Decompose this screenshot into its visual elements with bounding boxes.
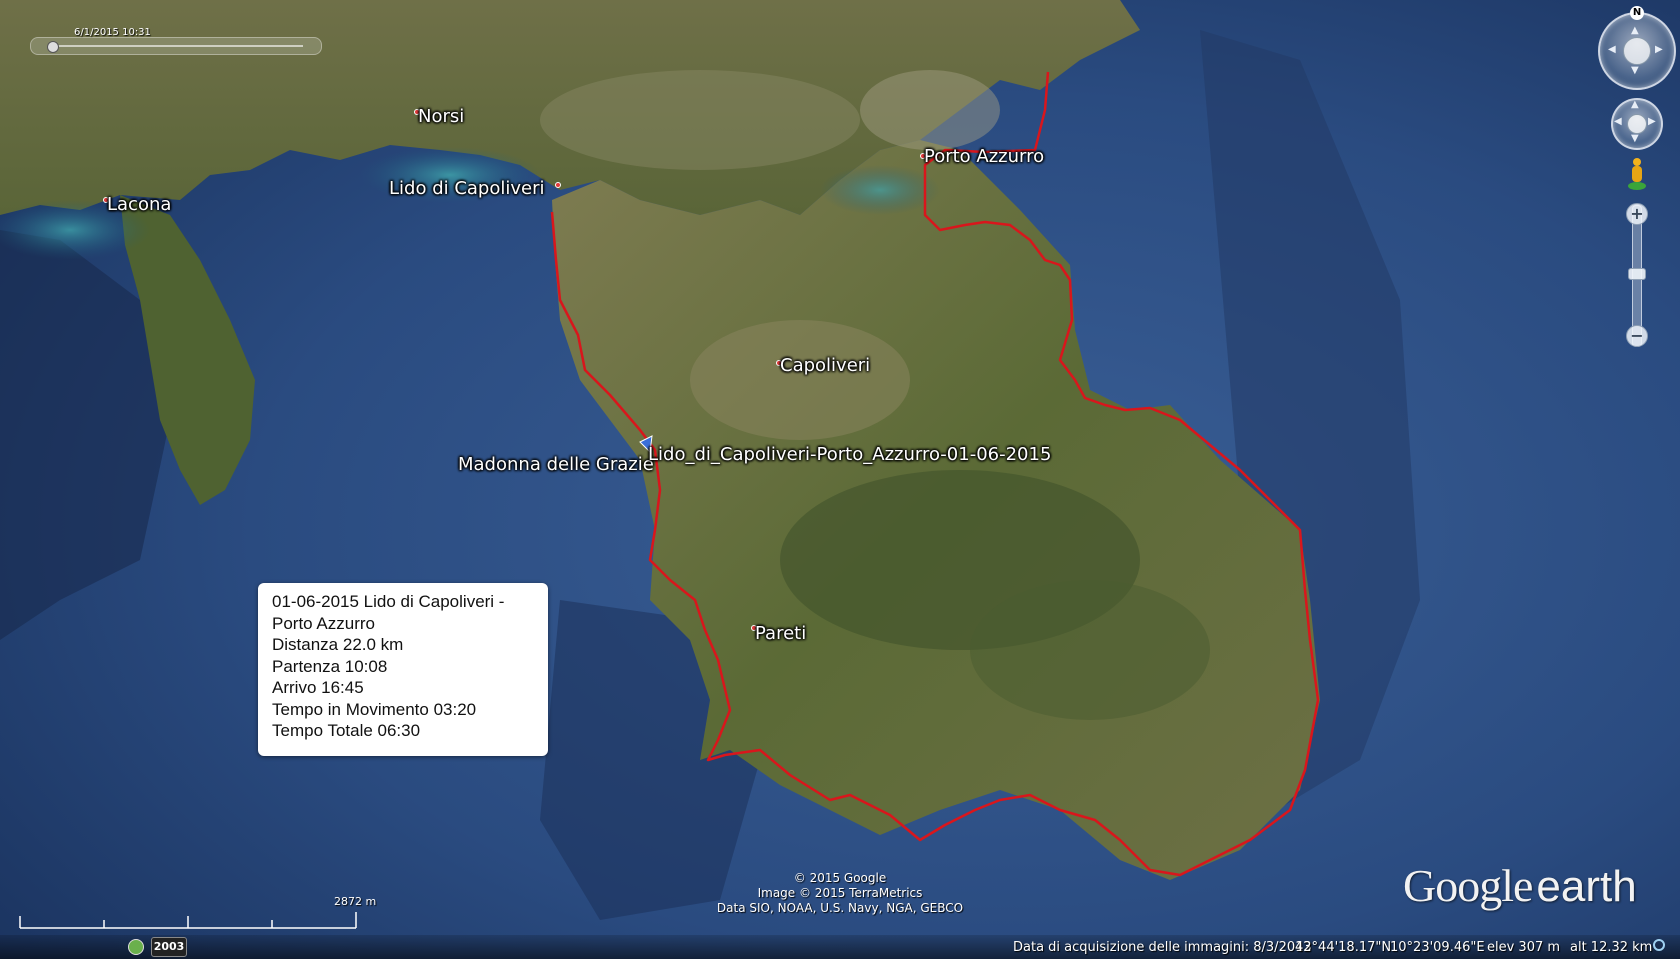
track-info-balloon: 01-06-2015 Lido di Capoliveri - Porto Az… bbox=[258, 583, 548, 756]
map-viewport[interactable]: 6/1/2015 10:31 Norsi Lacona Lido di Capo… bbox=[0, 0, 1680, 959]
attribution-line2: Image © 2015 TerraMetrics bbox=[757, 886, 923, 900]
look-up-arrow-icon[interactable]: ▲ bbox=[1631, 26, 1639, 36]
balloon-title-line2: Porto Azzurro bbox=[272, 613, 375, 633]
place-label-lido[interactable]: Lido di Capoliveri bbox=[389, 180, 545, 198]
place-label-madonna[interactable]: Madonna delle Grazie bbox=[458, 456, 654, 474]
terrain-farmland bbox=[690, 320, 910, 440]
zoom-out-button[interactable]: − bbox=[1626, 325, 1648, 347]
balloon-distance: Distanza 22.0 km bbox=[272, 635, 404, 654]
place-label-pareti[interactable]: Pareti bbox=[755, 625, 806, 643]
balloon-total-time: Tempo Totale 06:30 bbox=[272, 721, 421, 740]
move-up-arrow-icon[interactable]: ▲ bbox=[1631, 100, 1639, 110]
place-label-porto-azzurro[interactable]: Porto Azzurro bbox=[924, 148, 1044, 166]
balloon-moving-time: Tempo in Movimento 03:20 bbox=[272, 699, 477, 719]
north-indicator[interactable]: N bbox=[1630, 6, 1644, 20]
pegman-icon[interactable] bbox=[1628, 158, 1646, 192]
look-joystick-icon[interactable] bbox=[1623, 37, 1651, 65]
pegman-base bbox=[1628, 182, 1646, 190]
shallow-water-porto bbox=[820, 165, 940, 215]
time-slider-knob[interactable] bbox=[47, 41, 59, 53]
move-down-arrow-icon[interactable]: ▼ bbox=[1631, 134, 1639, 144]
move-left-arrow-icon[interactable]: ◀ bbox=[1614, 117, 1622, 127]
place-label-norsi[interactable]: Norsi bbox=[418, 108, 464, 126]
time-slider-track bbox=[49, 45, 303, 47]
track-label[interactable]: Lido_di_Capoliveri-Porto_Azzurro-01-06-2… bbox=[648, 446, 1051, 464]
longitude-readout: 10°23'09.46"E bbox=[1390, 940, 1485, 955]
hand-pan-icon[interactable] bbox=[1627, 114, 1647, 134]
scale-label: 2872 m bbox=[334, 895, 377, 908]
imagery-date: Data di acquisizione delle immagini: 8/3… bbox=[1013, 940, 1312, 955]
satellite-map[interactable] bbox=[0, 0, 1680, 959]
look-left-arrow-icon[interactable]: ◀ bbox=[1608, 45, 1616, 55]
time-slider[interactable] bbox=[30, 37, 322, 55]
attribution-line3: Data SIO, NOAA, U.S. Navy, NGA, GEBCO bbox=[716, 901, 964, 915]
look-down-arrow-icon[interactable]: ▼ bbox=[1631, 66, 1639, 76]
zoom-in-button[interactable]: + bbox=[1626, 203, 1648, 225]
place-label-lacona[interactable]: Lacona bbox=[107, 196, 171, 214]
historical-imagery-clock-icon[interactable] bbox=[128, 939, 144, 955]
attribution: © 2015 Google Image © 2015 TerraMetrics … bbox=[690, 871, 990, 916]
zoom-slider-handle[interactable] bbox=[1628, 268, 1646, 280]
look-right-arrow-icon[interactable]: ▶ bbox=[1655, 45, 1663, 55]
elevation-readout: elev 307 m bbox=[1487, 940, 1561, 955]
imagery-year-badge[interactable]: 2003 bbox=[151, 937, 187, 957]
terrain-farmland bbox=[540, 70, 860, 170]
logo-google-text: Google bbox=[1403, 860, 1533, 911]
balloon-departure: Partenza 10:08 bbox=[272, 656, 388, 676]
google-earth-logo: Googleearth bbox=[1403, 859, 1637, 912]
place-marker-lido[interactable] bbox=[555, 182, 561, 188]
terrain-ridge bbox=[970, 580, 1210, 720]
move-right-arrow-icon[interactable]: ▶ bbox=[1648, 117, 1656, 127]
pegman-head bbox=[1633, 158, 1641, 166]
altitude-readout: alt 12.32 km bbox=[1570, 940, 1653, 955]
terrain-town bbox=[860, 70, 1000, 150]
time-slider-label: 6/1/2015 10:31 bbox=[74, 27, 151, 38]
place-label-capoliveri[interactable]: Capoliveri bbox=[780, 357, 870, 375]
balloon-arrival: Arrivo 16:45 bbox=[272, 678, 364, 697]
attribution-line1: © 2015 Google bbox=[793, 871, 887, 885]
logo-earth-text: earth bbox=[1536, 862, 1637, 911]
balloon-title-line1: 01-06-2015 Lido di Capoliveri - bbox=[272, 592, 505, 611]
streaming-status-icon bbox=[1653, 939, 1665, 951]
pegman-body bbox=[1632, 166, 1642, 182]
latitude-readout: 42°44'18.17"N bbox=[1295, 940, 1392, 955]
